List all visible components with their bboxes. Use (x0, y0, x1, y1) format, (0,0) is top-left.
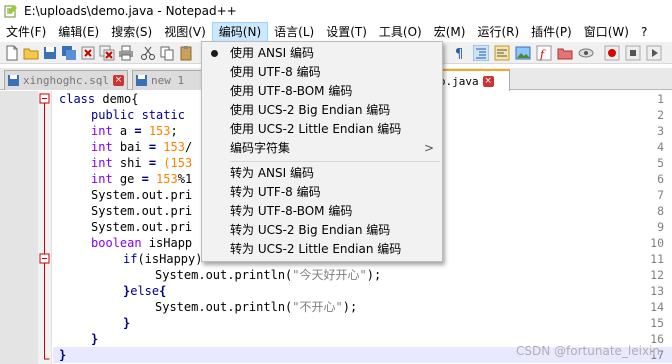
notepadpp-app-icon (4, 5, 17, 18)
menu-search[interactable]: 搜索(S) (105, 22, 158, 42)
paragraph-icon[interactable]: ¶ (452, 45, 468, 61)
menu-item-convert-ucs2-le[interactable]: 转为 UCS-2 Little Endian 编码 (202, 240, 442, 259)
code-line-15: } (123, 316, 131, 330)
close-tab-icon[interactable]: × (113, 75, 124, 86)
function-list-icon[interactable]: f (536, 45, 552, 61)
svg-text:¶: ¶ (455, 47, 463, 61)
line-number: 2 (657, 108, 664, 122)
save-icon[interactable] (42, 45, 58, 61)
code-line-4: int bai = 153/ (91, 140, 193, 154)
menu-item-convert-utf8-bom[interactable]: 转为 UTF-8-BOM 编码 (202, 202, 442, 221)
print-icon[interactable] (118, 45, 134, 61)
code-line-17: } (59, 348, 67, 362)
code-line-3: int a = 153; (91, 124, 178, 138)
menu-help[interactable]: ? (635, 22, 653, 42)
new-file-icon[interactable] (4, 45, 20, 61)
line-number: 7 (657, 188, 664, 202)
menu-language[interactable]: 语言(L) (268, 22, 320, 42)
line-number: 11 (650, 252, 664, 266)
selected-bullet-icon (211, 50, 218, 57)
tab-new-1[interactable]: new 1 (132, 70, 202, 90)
encoding-dropdown-menu: 使用 ANSI 编码 使用 UTF-8 编码 使用 UTF-8-BOM 编码 使… (201, 41, 443, 262)
stop-macro-icon[interactable] (625, 45, 641, 61)
indent-guide-icon[interactable] (473, 45, 489, 61)
menu-file[interactable]: 文件(F) (0, 22, 52, 42)
menu-item-charset[interactable]: 编码字符集 > (202, 139, 442, 158)
menu-item-use-ansi[interactable]: 使用 ANSI 编码 (202, 44, 442, 63)
menu-separator (230, 161, 440, 162)
copy-icon[interactable] (159, 45, 175, 61)
code-line-8: System.out.pri (91, 204, 193, 218)
code-line-16: } (91, 332, 99, 346)
code-line-10: boolean isHapp (91, 236, 193, 250)
code-line-6: int ge = 153%1 (91, 172, 193, 186)
tab-label: new 1 (151, 74, 185, 87)
monitor-icon[interactable] (578, 45, 594, 61)
menu-item-use-utf8[interactable]: 使用 UTF-8 编码 (202, 63, 442, 82)
close-tab-icon[interactable]: × (482, 75, 494, 87)
submenu-arrow-icon: > (423, 141, 434, 155)
menu-edit[interactable]: 编辑(E) (52, 22, 105, 42)
menu-encoding[interactable]: 编码(N) (211, 22, 269, 42)
tab-label: xinghoghc.sql (22, 74, 110, 87)
line-number: 5 (657, 156, 664, 170)
file-saved-icon (8, 75, 19, 86)
line-number: 14 (650, 300, 664, 314)
menu-item-use-ucs2-be[interactable]: 使用 UCS-2 Big Endian 编码 (202, 101, 442, 120)
line-number-gutter (0, 91, 38, 364)
code-line-5: int shi = (153 (91, 156, 193, 170)
open-file-icon[interactable] (23, 45, 39, 61)
menu-item-convert-utf8[interactable]: 转为 UTF-8 编码 (202, 183, 442, 202)
folder-workspace-icon[interactable] (557, 45, 573, 61)
word-wrap-icon[interactable] (494, 45, 510, 61)
window-title: E:\uploads\demo.java - Notepad++ (24, 4, 237, 18)
menu-tools[interactable]: 工具(O) (373, 22, 428, 42)
menu-settings[interactable]: 设置(T) (320, 22, 373, 42)
watermark: CSDN @fortunate_leixin (516, 344, 660, 358)
code-line-11: if(isHappy) (123, 252, 203, 266)
file-saved-icon (136, 75, 147, 86)
menu-item-use-ucs2-le[interactable]: 使用 UCS-2 Little Endian 编码 (202, 120, 442, 139)
line-number: 1 (657, 92, 664, 106)
menu-item-convert-ansi[interactable]: 转为 ANSI 编码 (202, 164, 442, 183)
record-macro-icon[interactable] (604, 45, 620, 61)
close-all-icon[interactable] (99, 45, 115, 61)
code-line-1: class demo{ (59, 92, 139, 106)
close-file-icon[interactable] (80, 45, 96, 61)
line-number: 13 (650, 284, 664, 298)
menu-macro[interactable]: 宏(M) (428, 22, 472, 42)
play-macro-icon[interactable] (646, 45, 662, 61)
menu-run[interactable]: 运行(R) (471, 22, 525, 42)
line-number: 6 (657, 172, 664, 186)
line-number: 12 (650, 268, 664, 282)
line-number: 9 (657, 220, 664, 234)
code-line-13: }else{ (123, 284, 167, 298)
image-view-icon[interactable] (515, 45, 531, 61)
line-number: 4 (657, 140, 664, 154)
line-number: 8 (657, 204, 664, 218)
line-number: 3 (657, 124, 664, 138)
menu-item-use-utf8-bom[interactable]: 使用 UTF-8-BOM 编码 (202, 82, 442, 101)
line-number: 15 (650, 316, 664, 330)
tab-xinghoghc-sql[interactable]: xinghoghc.sql × (4, 70, 128, 90)
save-all-icon[interactable] (61, 45, 77, 61)
menu-view[interactable]: 视图(V) (158, 22, 212, 42)
menu-plugins[interactable]: 插件(P) (525, 22, 578, 42)
code-line-2: public static (91, 108, 185, 122)
menu-bar: 文件(F) 编辑(E) 搜索(S) 视图(V) 编码(N) 语言(L) 设置(T… (0, 22, 672, 42)
fold-margin[interactable] (38, 91, 52, 364)
cut-icon[interactable] (140, 45, 156, 61)
code-line-9: System.out.pri (91, 220, 193, 234)
line-number: 10 (650, 236, 664, 250)
fold-markers (39, 93, 50, 360)
code-line-7: System.out.pri (91, 188, 193, 202)
title-bar: E:\uploads\demo.java - Notepad++ (0, 0, 672, 22)
code-line-12: System.out.println("今天好开心"); (155, 268, 382, 282)
menu-window[interactable]: 窗口(W) (578, 22, 635, 42)
menu-item-convert-ucs2-be[interactable]: 转为 UCS-2 Big Endian 编码 (202, 221, 442, 240)
code-line-14: System.out.println("不开心"); (155, 300, 358, 314)
paste-icon[interactable] (178, 45, 194, 61)
